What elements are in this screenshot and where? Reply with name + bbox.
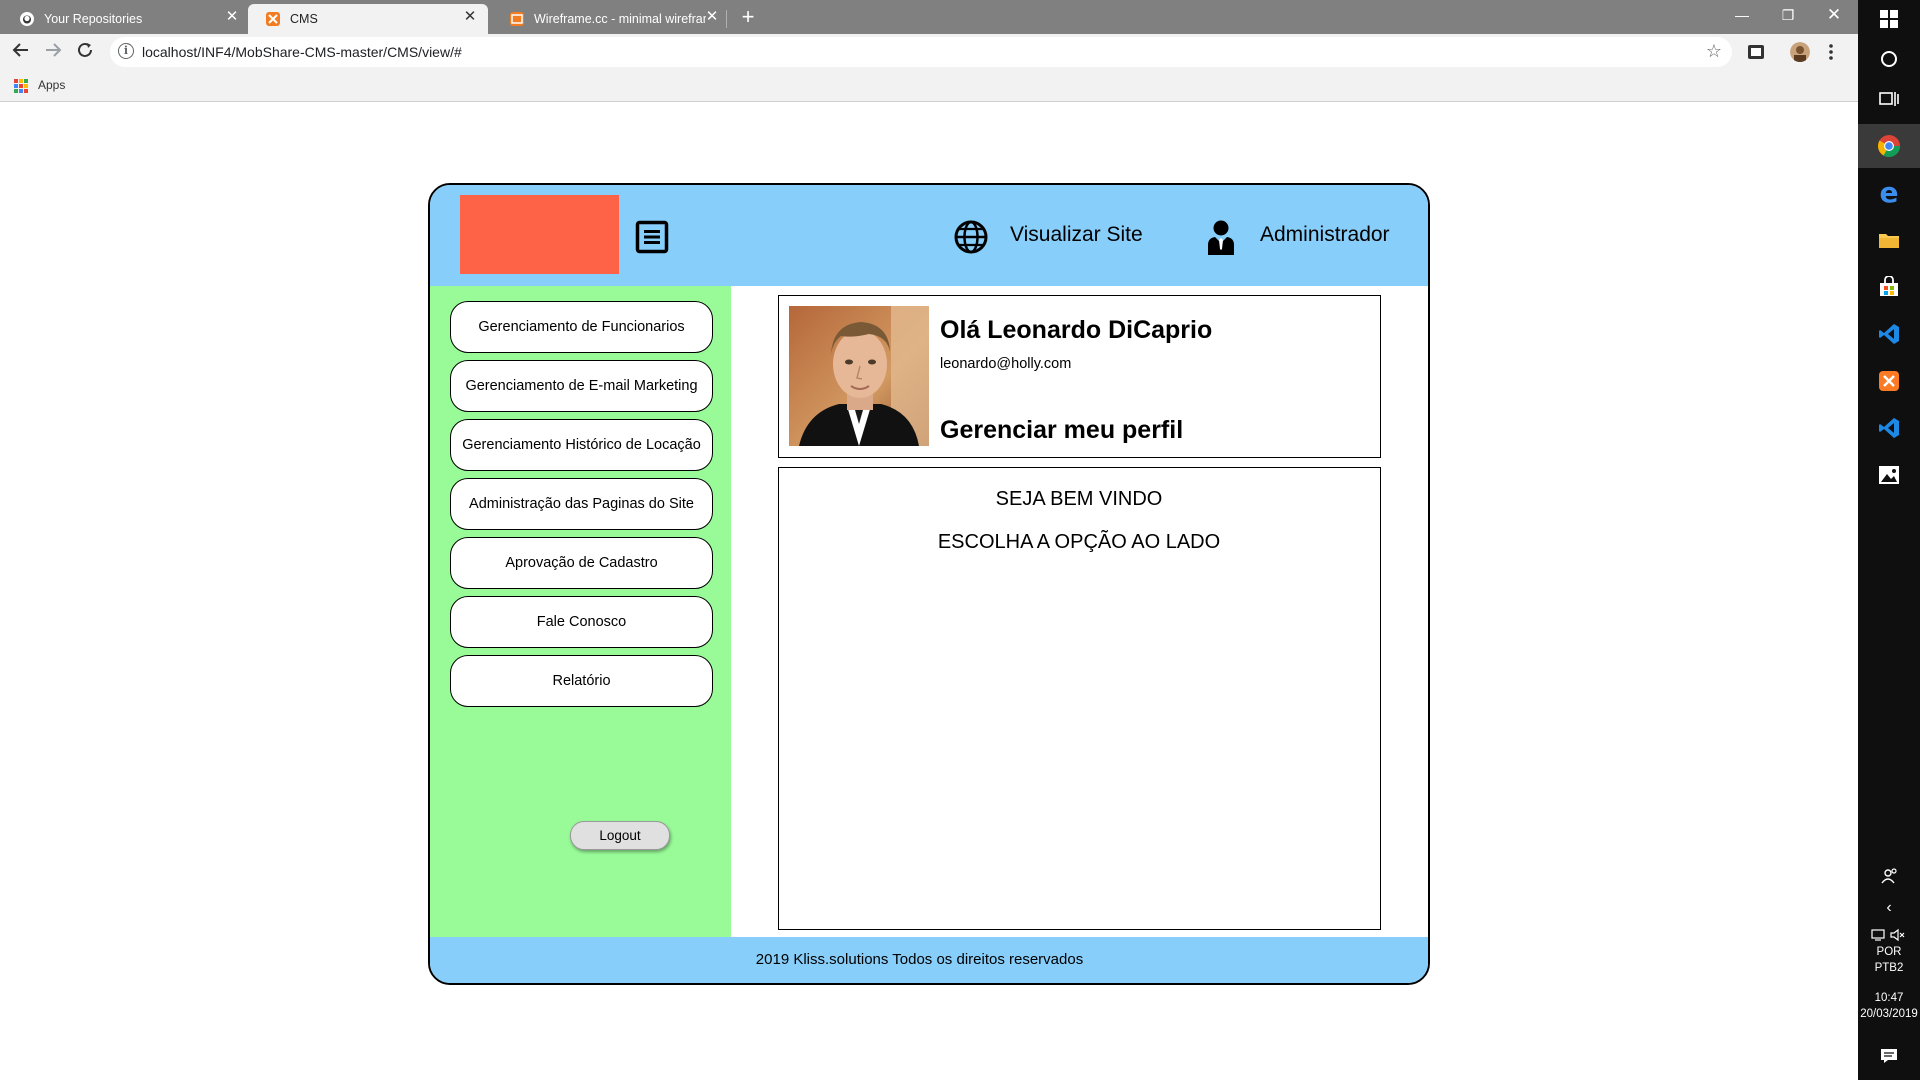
tab-your-repositories[interactable]: Your Repositories ✕ (2, 4, 244, 34)
logout-button[interactable]: Logout (570, 821, 670, 850)
task-view-icon[interactable] (1873, 83, 1905, 115)
logo-placeholder[interactable] (460, 195, 619, 274)
avatar (789, 306, 929, 446)
restore-button[interactable]: ❐ (1765, 0, 1811, 30)
sidebar-item-aprovacao-cadastro[interactable]: Aprovação de Cadastro (450, 537, 713, 589)
vscode-icon[interactable] (1873, 412, 1905, 444)
tab-wireframe[interactable]: Wireframe.cc - minimal wirefram ✕ (492, 4, 726, 34)
windows-start-icon[interactable] (1873, 3, 1905, 35)
back-button[interactable] (8, 40, 34, 66)
cortana-icon[interactable] (1873, 43, 1905, 75)
list-icon[interactable] (635, 220, 669, 254)
cms-header: Visualizar Site Administrador (430, 185, 1428, 286)
welcome-instruction: ESCOLHA A OPÇÃO AO LADO (937, 531, 1221, 553)
new-tab-button[interactable]: + (737, 3, 759, 31)
profile-email: leonardo@holly.com (940, 356, 1072, 372)
wireframe-icon (510, 12, 524, 26)
sidebar-item-historico-locacao[interactable]: Gerenciamento Histórico de Locação (450, 419, 713, 471)
minimize-button[interactable]: — (1719, 0, 1765, 30)
globe-icon[interactable] (953, 219, 989, 255)
sidebar-item-fale-conosco[interactable]: Fale Conosco (450, 596, 713, 648)
admin-link[interactable]: Administrador (1260, 223, 1390, 247)
apps-grid-icon[interactable] (14, 79, 28, 93)
language-code: POR (1876, 946, 1902, 958)
notifications-icon[interactable] (1873, 1040, 1905, 1072)
close-window-button[interactable]: ✕ (1811, 0, 1857, 30)
close-tab-icon[interactable]: ✕ (704, 9, 720, 25)
manage-profile-link[interactable]: Gerenciar meu perfil (940, 416, 1183, 445)
xampp-icon (266, 12, 280, 26)
content-panel: SEJA BEM VINDO ESCOLHA A OPÇÃO AO LADO (778, 467, 1381, 930)
keyboard-layout: PTB2 (1874, 962, 1904, 974)
file-explorer-icon[interactable] (1873, 224, 1905, 256)
view-site-link[interactable]: Visualizar Site (1010, 223, 1143, 247)
browser-tab-strip: Your Repositories ✕ CMS ✕ Wireframe.cc -… (0, 0, 1858, 34)
tab-cms[interactable]: CMS ✕ (248, 4, 488, 34)
xampp-icon[interactable] (1873, 365, 1905, 397)
address-bar[interactable]: i localhost/INF4/MobShare-CMS-master/CMS… (110, 37, 1732, 67)
info-icon[interactable]: i (118, 43, 134, 59)
tab-title: Your Repositories (44, 12, 143, 26)
close-tab-icon[interactable]: ✕ (462, 9, 478, 25)
reload-button[interactable] (72, 40, 98, 66)
url-text[interactable]: localhost/INF4/MobShare-CMS-master/CMS/v… (142, 44, 462, 60)
profile-card: Olá Leonardo DiCaprio leonardo@holly.com… (778, 295, 1381, 458)
browser-toolbar: i localhost/INF4/MobShare-CMS-master/CMS… (0, 34, 1858, 70)
forward-button[interactable] (40, 40, 66, 66)
sidebar-item-email-marketing[interactable]: Gerenciamento de E-mail Marketing (450, 360, 713, 412)
user-icon[interactable] (1206, 219, 1236, 255)
welcome-heading: SEJA BEM VINDO (995, 488, 1163, 510)
github-icon (20, 12, 34, 26)
cms-footer: 2019 Kliss.solutions Todos os direitos r… (430, 937, 1428, 983)
windows-taskbar: e ‹ POR PTB2 10:47 20/03/2019 (1858, 0, 1920, 1080)
tab-divider (726, 10, 727, 28)
apps-bookmark[interactable]: Apps (38, 78, 65, 92)
extension-icon[interactable] (1746, 42, 1766, 62)
sidebar-item-funcionarios[interactable]: Gerenciamento de Funcionarios (450, 301, 713, 353)
sidebar-item-relatorio[interactable]: Relatório (450, 655, 713, 707)
language-indicator[interactable]: POR PTB2 (1858, 944, 1920, 976)
clock-time: 10:47 (1874, 992, 1904, 1004)
footer-copyright: 2019 Kliss.solutions Todos os direitos r… (755, 951, 1084, 968)
bookmark-star-icon[interactable]: ☆ (1706, 41, 1722, 62)
vscode-icon[interactable] (1873, 318, 1905, 350)
bookmarks-bar: Apps (0, 70, 1858, 102)
close-tab-icon[interactable]: ✕ (224, 9, 240, 25)
tab-title: Wireframe.cc - minimal wirefram (534, 12, 706, 26)
chrome-icon[interactable] (1873, 130, 1905, 162)
store-icon[interactable] (1873, 271, 1905, 303)
clock-date: 20/03/2019 (1860, 1008, 1918, 1020)
profile-avatar-icon[interactable] (1790, 42, 1810, 62)
profile-greeting: Olá Leonardo DiCaprio (940, 316, 1213, 344)
edge-icon[interactable]: e (1873, 177, 1905, 209)
sidebar-item-paginas-site[interactable]: Administração das Paginas do Site (450, 478, 713, 530)
more-menu-icon[interactable] (1826, 42, 1836, 62)
clock[interactable]: 10:47 20/03/2019 (1858, 990, 1920, 1022)
tab-title: CMS (290, 12, 318, 26)
sidebar: Gerenciamento de Funcionarios Gerenciame… (430, 286, 731, 937)
photos-icon[interactable] (1873, 459, 1905, 491)
cms-container: Visualizar Site Administrador Gerenciame… (428, 183, 1430, 985)
people-icon[interactable] (1873, 860, 1905, 892)
